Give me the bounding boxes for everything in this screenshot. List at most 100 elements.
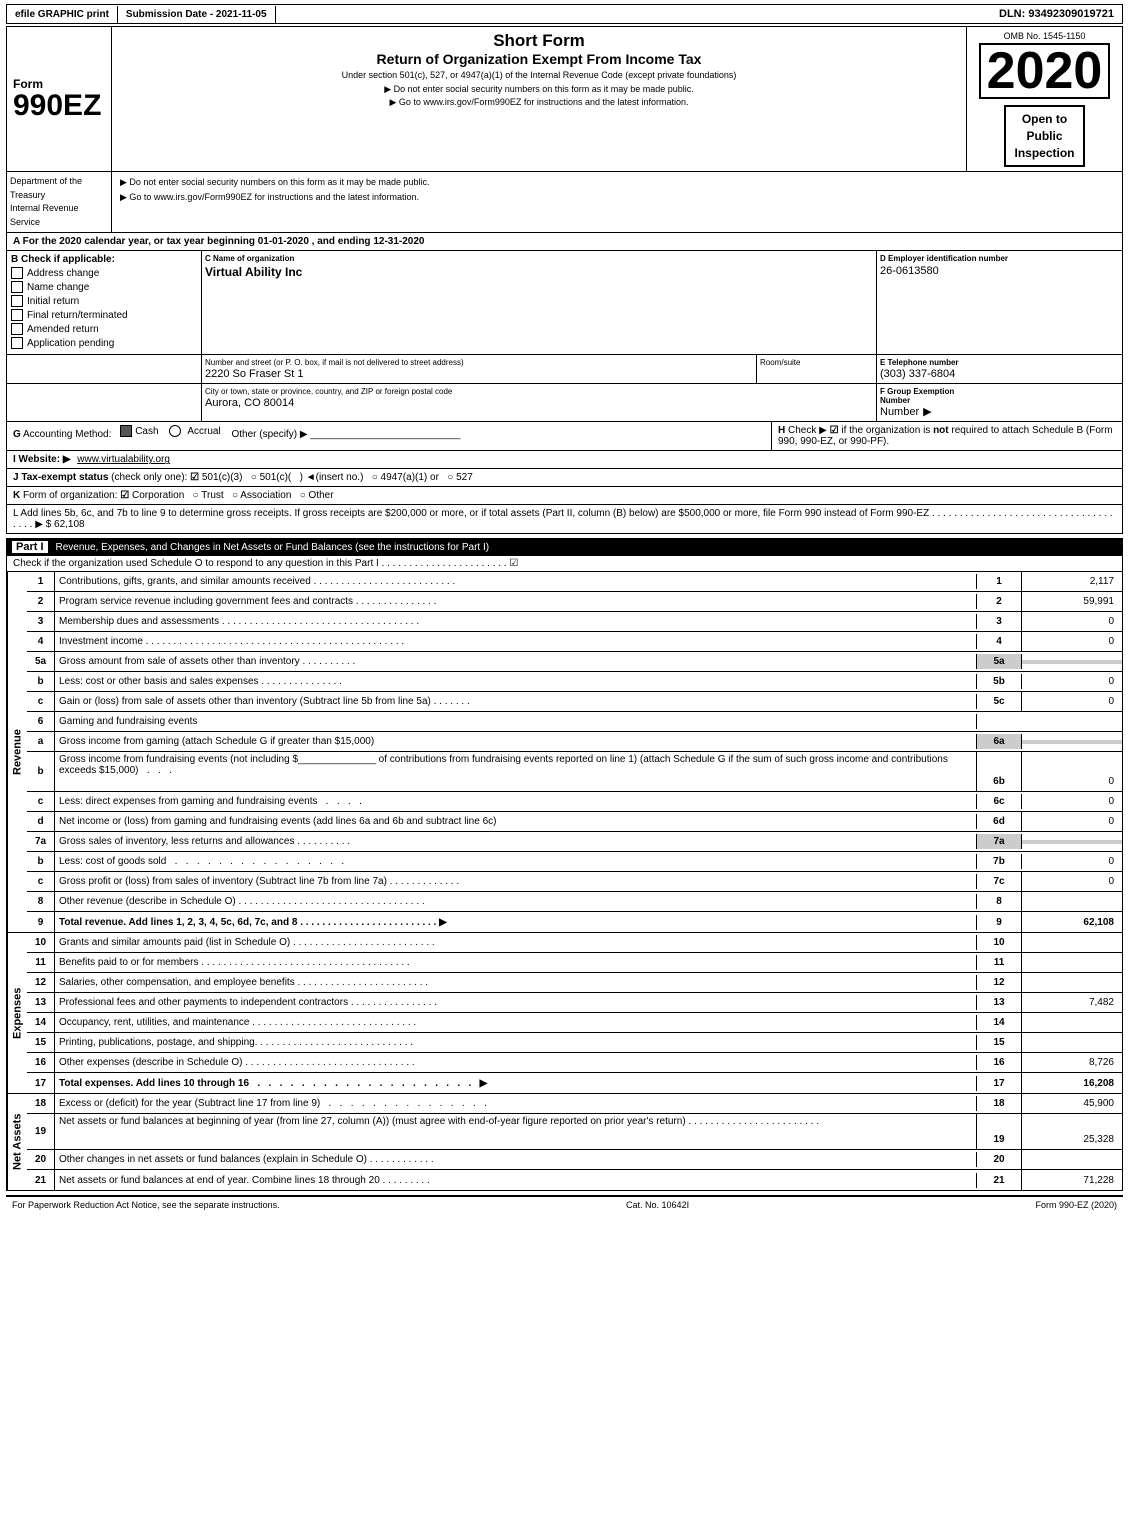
check-address-change[interactable]: Address change — [11, 267, 197, 279]
line-6a-row: a Gross income from gaming (attach Sched… — [27, 732, 1122, 752]
cash-checkbox[interactable] — [120, 425, 132, 437]
line-6-desc: Gaming and fundraising events — [55, 714, 977, 729]
checkbox-final-return[interactable] — [11, 309, 23, 321]
checkbox-address-change[interactable] — [11, 267, 23, 279]
line-1-row: 1 Contributions, gifts, grants, and simi… — [27, 572, 1122, 592]
checkbox-initial-return[interactable] — [11, 295, 23, 307]
line-17-desc: Total expenses. Add lines 10 through 16 … — [55, 1076, 977, 1091]
line-6b-ref: 6b — [977, 752, 1022, 791]
ein-value: 26-0613580 — [880, 263, 1119, 277]
line-11-ref: 11 — [977, 953, 1022, 972]
line-19-desc: Net assets or fund balances at beginning… — [55, 1114, 977, 1149]
line-3-row: 3 Membership dues and assessments . . . … — [27, 612, 1122, 632]
checkbox-application-pending[interactable] — [11, 337, 23, 349]
line-19-row: 19 Net assets or fund balances at beginn… — [27, 1114, 1122, 1150]
line-20-desc: Other changes in net assets or fund bala… — [55, 1152, 977, 1167]
line-3-ref: 3 — [977, 612, 1022, 631]
org-name-label: C Name of organization — [205, 254, 873, 263]
line-7b-desc: Less: cost of goods sold . . . . . . . .… — [55, 854, 977, 869]
checkbox-amended-return[interactable] — [11, 323, 23, 335]
line-7b-amount: 0 — [1022, 854, 1122, 869]
schedule-o-check: Check if the organization used Schedule … — [6, 556, 1123, 572]
line-16-desc: Other expenses (describe in Schedule O) … — [55, 1055, 977, 1070]
check-initial-return[interactable]: Initial return — [11, 295, 197, 307]
line-15-num: 15 — [27, 1033, 55, 1052]
line-2-row: 2 Program service revenue including gove… — [27, 592, 1122, 612]
org-name-value: Virtual Ability Inc — [205, 263, 873, 279]
line-6c-amount: 0 — [1022, 794, 1122, 809]
line-13-amount: 7,482 — [1022, 995, 1122, 1010]
line-4-num: 4 — [27, 632, 55, 651]
line-5b-row: b Less: cost or other basis and sales ex… — [27, 672, 1122, 692]
return-title: Return of Organization Exempt From Incom… — [120, 51, 958, 67]
line-14-desc: Occupancy, rent, utilities, and maintena… — [55, 1015, 977, 1030]
line-6b-row: b Gross income from fundraising events (… — [27, 752, 1122, 792]
footer-cat-no: Cat. No. 10642I — [626, 1200, 689, 1210]
dln: DLN: 93492309019721 — [991, 5, 1122, 23]
line-8-amount — [1022, 900, 1122, 904]
check-amended-return[interactable]: Amended return — [11, 323, 197, 335]
check-name-change[interactable]: Name change — [11, 281, 197, 293]
k-section: K Form of organization: ☑ Corporation ○ … — [6, 487, 1123, 505]
line-5a-desc: Gross amount from sale of assets other t… — [55, 654, 977, 669]
line-2-desc: Program service revenue including govern… — [55, 594, 977, 609]
line-6c-desc: Less: direct expenses from gaming and fu… — [55, 794, 977, 809]
line-14-amount — [1022, 1021, 1122, 1025]
line-6b-num: b — [27, 752, 55, 791]
line-5b-desc: Less: cost or other basis and sales expe… — [55, 674, 977, 689]
line-13-ref: 13 — [977, 993, 1022, 1012]
dept-info: Department of theTreasuryInternal Revenu… — [7, 172, 112, 232]
line-15-ref: 15 — [977, 1033, 1022, 1052]
line-1-num: 1 — [27, 572, 55, 591]
line-20-num: 20 — [27, 1150, 55, 1169]
footer-paperwork: For Paperwork Reduction Act Notice, see … — [12, 1200, 280, 1210]
line-9-ref: 9 — [977, 912, 1022, 932]
line-5b-amount: 0 — [1022, 674, 1122, 689]
line-6a-amount — [1022, 740, 1122, 744]
line-9-row: 9 Total revenue. Add lines 1, 2, 3, 4, 5… — [27, 912, 1122, 932]
line-18-amount: 45,900 — [1022, 1096, 1122, 1111]
line-13-row: 13 Professional fees and other payments … — [27, 993, 1122, 1013]
line-13-desc: Professional fees and other payments to … — [55, 995, 977, 1010]
line-7c-ref: 7c — [977, 872, 1022, 891]
check-application-pending[interactable]: Application pending — [11, 337, 197, 349]
city-value: Aurora, CO 80014 — [205, 396, 873, 409]
revenue-side-label: Revenue — [7, 572, 27, 932]
line-7a-ref: 7a — [977, 834, 1022, 849]
line-8-desc: Other revenue (describe in Schedule O) .… — [55, 894, 977, 909]
website-value: www.virtualability.org — [77, 454, 170, 465]
under-section: Under section 501(c), 527, or 4947(a)(1)… — [120, 70, 958, 80]
line-6d-amount: 0 — [1022, 814, 1122, 829]
form-number: 990EZ — [13, 91, 105, 121]
line-20-row: 20 Other changes in net assets or fund b… — [27, 1150, 1122, 1170]
checkbox-name-change[interactable] — [11, 281, 23, 293]
line-3-desc: Membership dues and assessments . . . . … — [55, 614, 977, 629]
line-6c-ref: 6c — [977, 794, 1022, 809]
line-4-desc: Investment income . . . . . . . . . . . … — [55, 634, 977, 649]
line-10-row: 10 Grants and similar amounts paid (list… — [27, 933, 1122, 953]
line-19-amount: 25,328 — [1022, 1114, 1122, 1149]
line-5c-amount: 0 — [1022, 694, 1122, 709]
line-7c-row: c Gross profit or (loss) from sales of i… — [27, 872, 1122, 892]
line-3-num: 3 — [27, 612, 55, 631]
line-1-ref: 1 — [977, 572, 1022, 591]
ein-label: D Employer identification number — [880, 254, 1119, 263]
group-exemption-number: Number — [880, 406, 919, 418]
line-16-amount: 8,726 — [1022, 1055, 1122, 1070]
line-14-ref: 14 — [977, 1013, 1022, 1032]
line-14-num: 14 — [27, 1013, 55, 1032]
line-5a-ref: 5a — [977, 654, 1022, 669]
h-section: H Check ▶ ☑ if the organization is not r… — [772, 422, 1122, 450]
line-6c-num: c — [27, 792, 55, 811]
line-16-row: 16 Other expenses (describe in Schedule … — [27, 1053, 1122, 1073]
ssn-info-line: ▶ Do not enter social security numbers o… — [120, 175, 1114, 190]
check-final-return[interactable]: Final return/terminated — [11, 309, 197, 321]
line-2-amount: 59,991 — [1022, 594, 1122, 609]
line-6-num: 6 — [27, 712, 55, 731]
part-i-label: Part I — [12, 541, 48, 553]
accrual-radio[interactable] — [169, 425, 181, 437]
line-5b-num: b — [27, 672, 55, 691]
line-15-amount — [1022, 1041, 1122, 1045]
line-21-ref: 21 — [977, 1170, 1022, 1190]
line-6a-desc: Gross income from gaming (attach Schedul… — [55, 734, 977, 749]
